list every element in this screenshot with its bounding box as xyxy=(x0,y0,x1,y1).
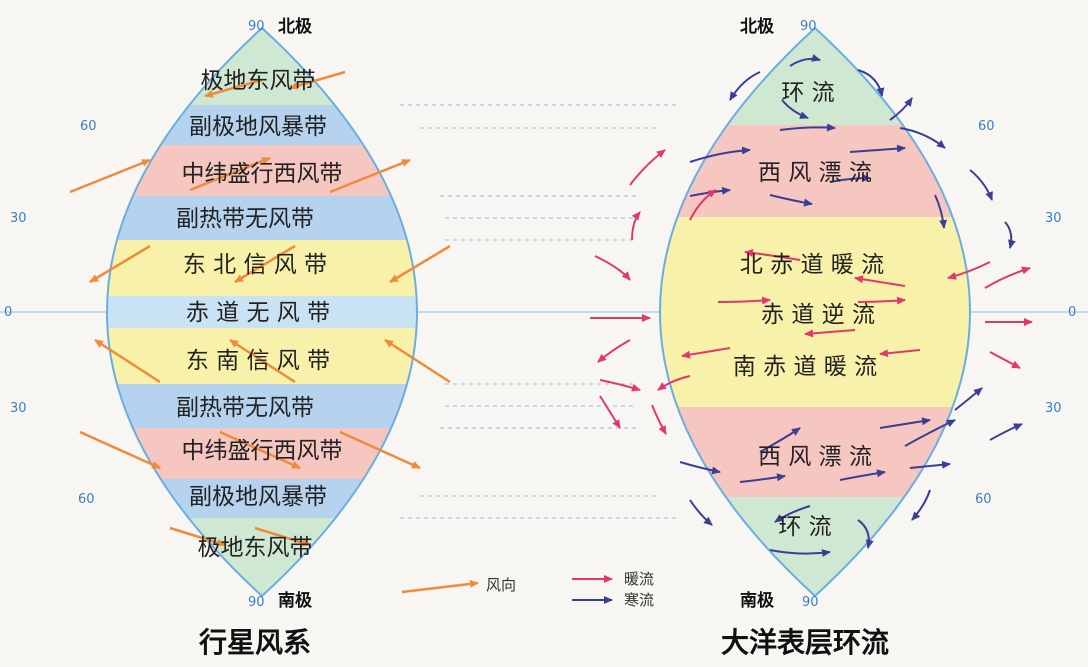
south-equatorial-current-label: 南 赤 道 暖 流 xyxy=(733,354,877,380)
left-lat-90-bottom: 90 xyxy=(248,595,265,610)
left-north-pole-label: 北极 xyxy=(278,17,312,37)
right-lat-90-bottom: 90 xyxy=(802,595,819,610)
ocean-circulation-diagram: 环 流 西 风 漂 流 北 赤 道 暖 流 赤 道 逆 流 南 赤 道 暖 流 … xyxy=(590,17,1076,611)
legend-wind-label: 风向 xyxy=(486,576,516,594)
belt-label-equatorial-calm: 赤 道 无 风 带 xyxy=(186,300,330,326)
belt-label-southeast-trades: 东 南 信 风 带 xyxy=(186,348,330,374)
belt-label-north-polar-easterlies: 极地东风带 xyxy=(201,68,316,94)
left-lat-30-south: 30 xyxy=(10,401,27,416)
right-lat-60-south: 60 xyxy=(975,492,992,507)
equatorial-counter-current-label: 赤 道 逆 流 xyxy=(761,302,875,328)
legend-cold-label: 寒流 xyxy=(624,591,654,609)
left-lat-30-north: 30 xyxy=(10,211,27,226)
band-north-polar xyxy=(660,28,970,125)
belt-label-north-subpolar-low: 副极地风暴带 xyxy=(189,114,327,140)
belt-label-south-subpolar-low: 副极地风暴带 xyxy=(189,484,327,510)
right-lat-30-south: 30 xyxy=(1045,401,1062,416)
belt-label-south-subtropical-high: 副热带无风带 xyxy=(176,395,314,421)
right-north-pole-label: 北极 xyxy=(740,17,774,37)
north-westerly-drift-label: 西 风 漂 流 xyxy=(758,160,872,186)
left-lat-60-north: 60 xyxy=(80,119,97,134)
right-south-pole-label: 南极 xyxy=(740,590,774,611)
left-lat-0: 0 xyxy=(4,305,12,320)
south-gyre-label: 环 流 xyxy=(778,514,831,540)
belt-label-northeast-trades: 东 北 信 风 带 xyxy=(183,252,327,278)
right-lat-90-top: 90 xyxy=(800,19,817,34)
legend-wind-arrow xyxy=(401,579,479,594)
planetary-wind-diagram: 极地东风带 副极地风暴带 中纬盛行西风带 副热带无风带 东 北 信 风 带 赤 … xyxy=(4,17,451,611)
belt-label-south-polar-easterlies: 极地东风带 xyxy=(198,535,313,561)
right-lat-60-north: 60 xyxy=(978,119,995,134)
legend-warm-label: 暖流 xyxy=(624,570,654,588)
left-lat-60-south: 60 xyxy=(78,492,95,507)
belt-label-north-westerlies: 中纬盛行西风带 xyxy=(182,161,343,187)
north-gyre-label: 环 流 xyxy=(781,80,834,106)
legend: 风向 暖流 寒流 xyxy=(401,570,654,609)
right-caption: 大洋表层环流 xyxy=(721,626,889,659)
right-lat-30-north: 30 xyxy=(1045,211,1062,226)
left-lat-90-top: 90 xyxy=(248,19,265,34)
right-lat-0: 0 xyxy=(1068,305,1076,320)
belt-label-north-subtropical-high: 副热带无风带 xyxy=(176,206,314,232)
left-south-pole-label: 南极 xyxy=(278,590,312,611)
north-equatorial-current-label: 北 赤 道 暖 流 xyxy=(740,252,884,278)
left-caption: 行星风系 xyxy=(198,626,311,659)
belt-label-south-westerlies: 中纬盛行西风带 xyxy=(182,438,343,464)
wind-and-current-diagram: 极地东风带 副极地风暴带 中纬盛行西风带 副热带无风带 东 北 信 风 带 赤 … xyxy=(0,17,1088,659)
south-westerly-drift-label: 西 风 漂 流 xyxy=(758,444,872,470)
band-south-polar xyxy=(660,497,970,596)
